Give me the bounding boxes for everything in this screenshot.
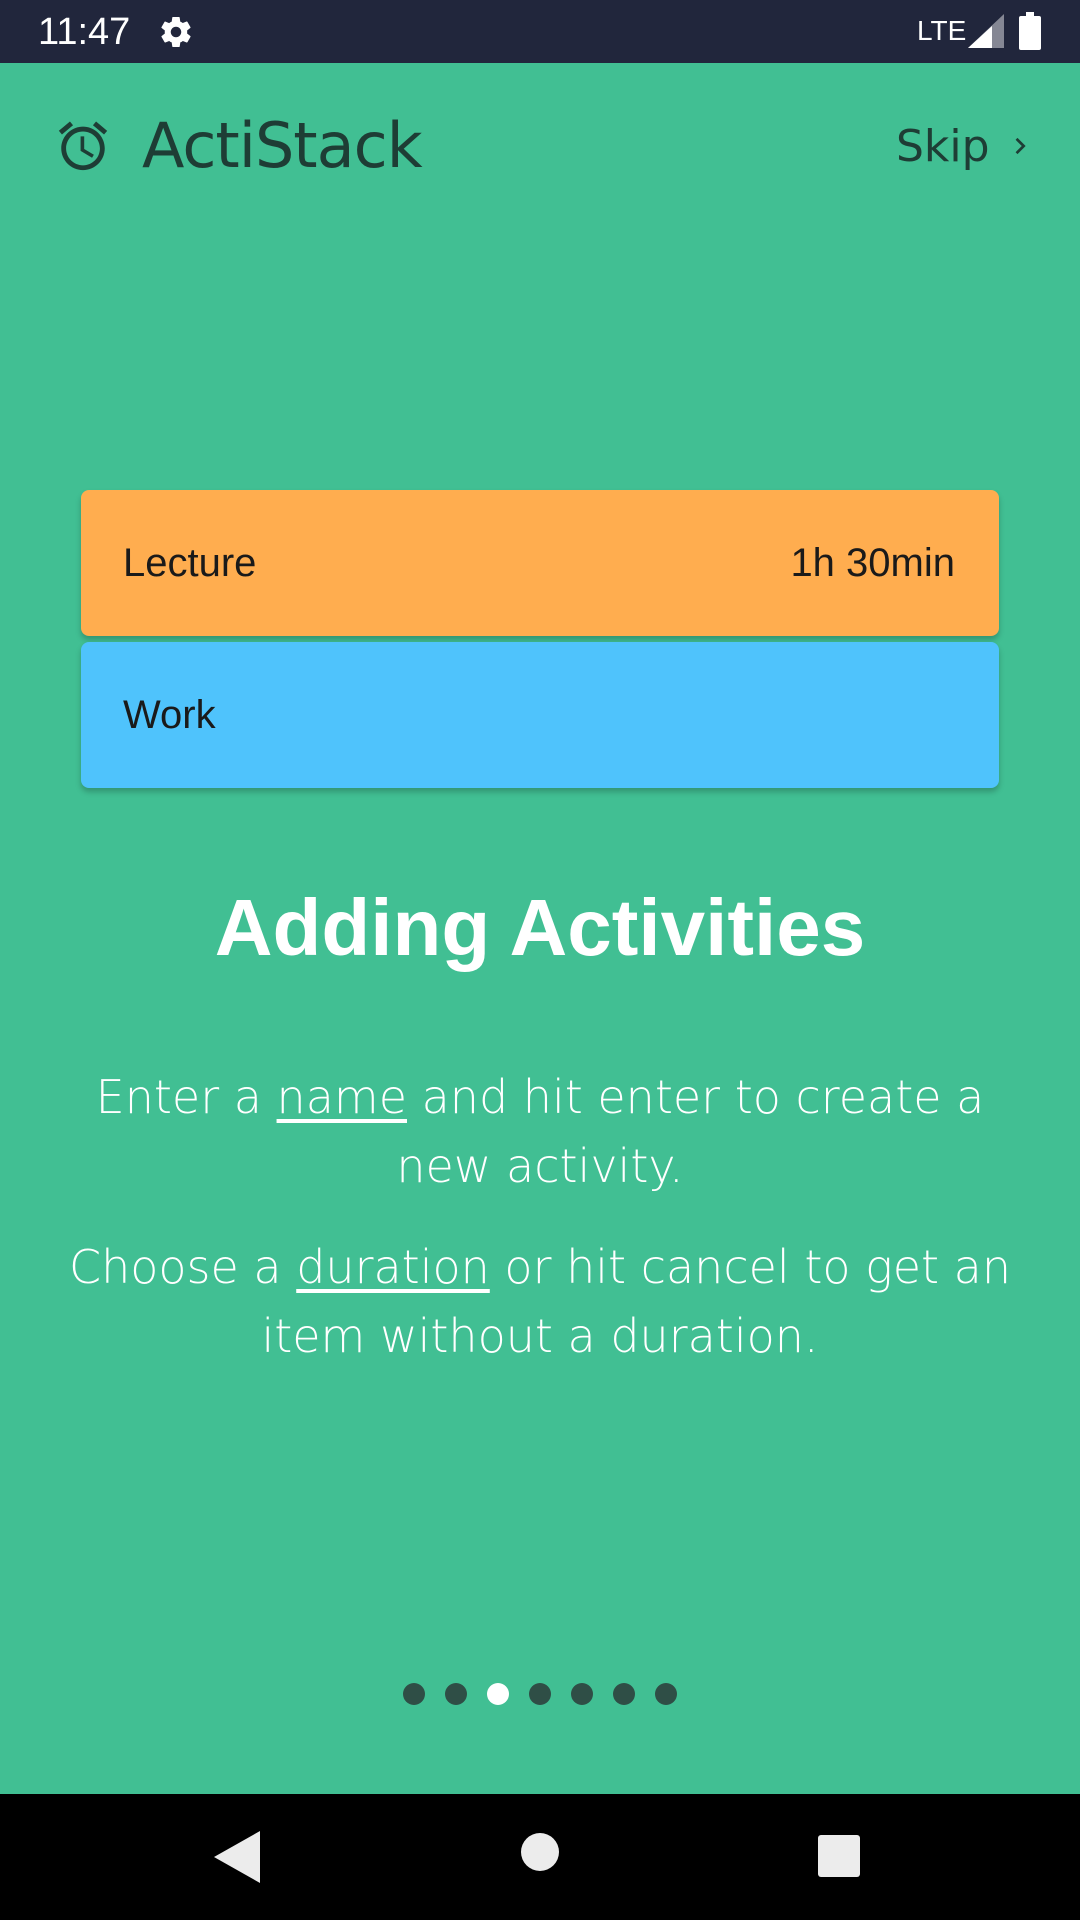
activity-name: Work bbox=[123, 692, 216, 737]
pager-dot[interactable] bbox=[445, 1683, 467, 1705]
duration-keyword: duration bbox=[296, 1240, 490, 1294]
alarm-clock-icon bbox=[58, 121, 108, 171]
back-icon[interactable] bbox=[214, 1831, 260, 1883]
skip-label: Skip bbox=[896, 120, 990, 172]
activity-name: Lecture bbox=[123, 540, 257, 585]
pager-dot[interactable] bbox=[571, 1683, 593, 1705]
network-type: LTE bbox=[917, 15, 967, 46]
signal-icon bbox=[968, 14, 1004, 48]
pager-dot[interactable] bbox=[529, 1683, 551, 1705]
description-text: Enter a bbox=[95, 1070, 277, 1124]
pager-dot[interactable] bbox=[487, 1683, 509, 1705]
pager-dot[interactable] bbox=[613, 1683, 635, 1705]
pager-dot[interactable] bbox=[403, 1683, 425, 1705]
battery-icon bbox=[1019, 12, 1041, 50]
status-bar: 11:47 LTE bbox=[0, 0, 1080, 63]
skip-button[interactable]: Skip bbox=[896, 116, 1036, 176]
activity-duration: 1h 30min bbox=[790, 540, 955, 585]
description-duration: Choose a duration or hit cancel to get a… bbox=[60, 1233, 1020, 1371]
activity-card-lecture[interactable]: Lecture 1h 30min bbox=[81, 490, 999, 636]
description-text: Choose a bbox=[68, 1240, 297, 1294]
description-text: and hit enter to create a new activity. bbox=[396, 1070, 985, 1193]
app-title: ActiStack bbox=[142, 109, 423, 182]
navigation-bar bbox=[0, 1794, 1080, 1920]
status-time: 11:47 bbox=[38, 11, 131, 53]
gear-icon bbox=[161, 17, 191, 48]
pager-dot[interactable] bbox=[655, 1683, 677, 1705]
page-indicator bbox=[0, 1683, 1080, 1705]
recents-icon[interactable] bbox=[818, 1835, 860, 1877]
chevron-right-icon bbox=[1015, 137, 1026, 155]
description-name: Enter a name and hit enter to create a n… bbox=[60, 1063, 1020, 1201]
slide-title: Adding Activities bbox=[214, 883, 866, 972]
activity-card-work[interactable]: Work bbox=[81, 642, 999, 788]
home-icon[interactable] bbox=[519, 1831, 561, 1873]
name-keyword: name bbox=[276, 1070, 407, 1124]
